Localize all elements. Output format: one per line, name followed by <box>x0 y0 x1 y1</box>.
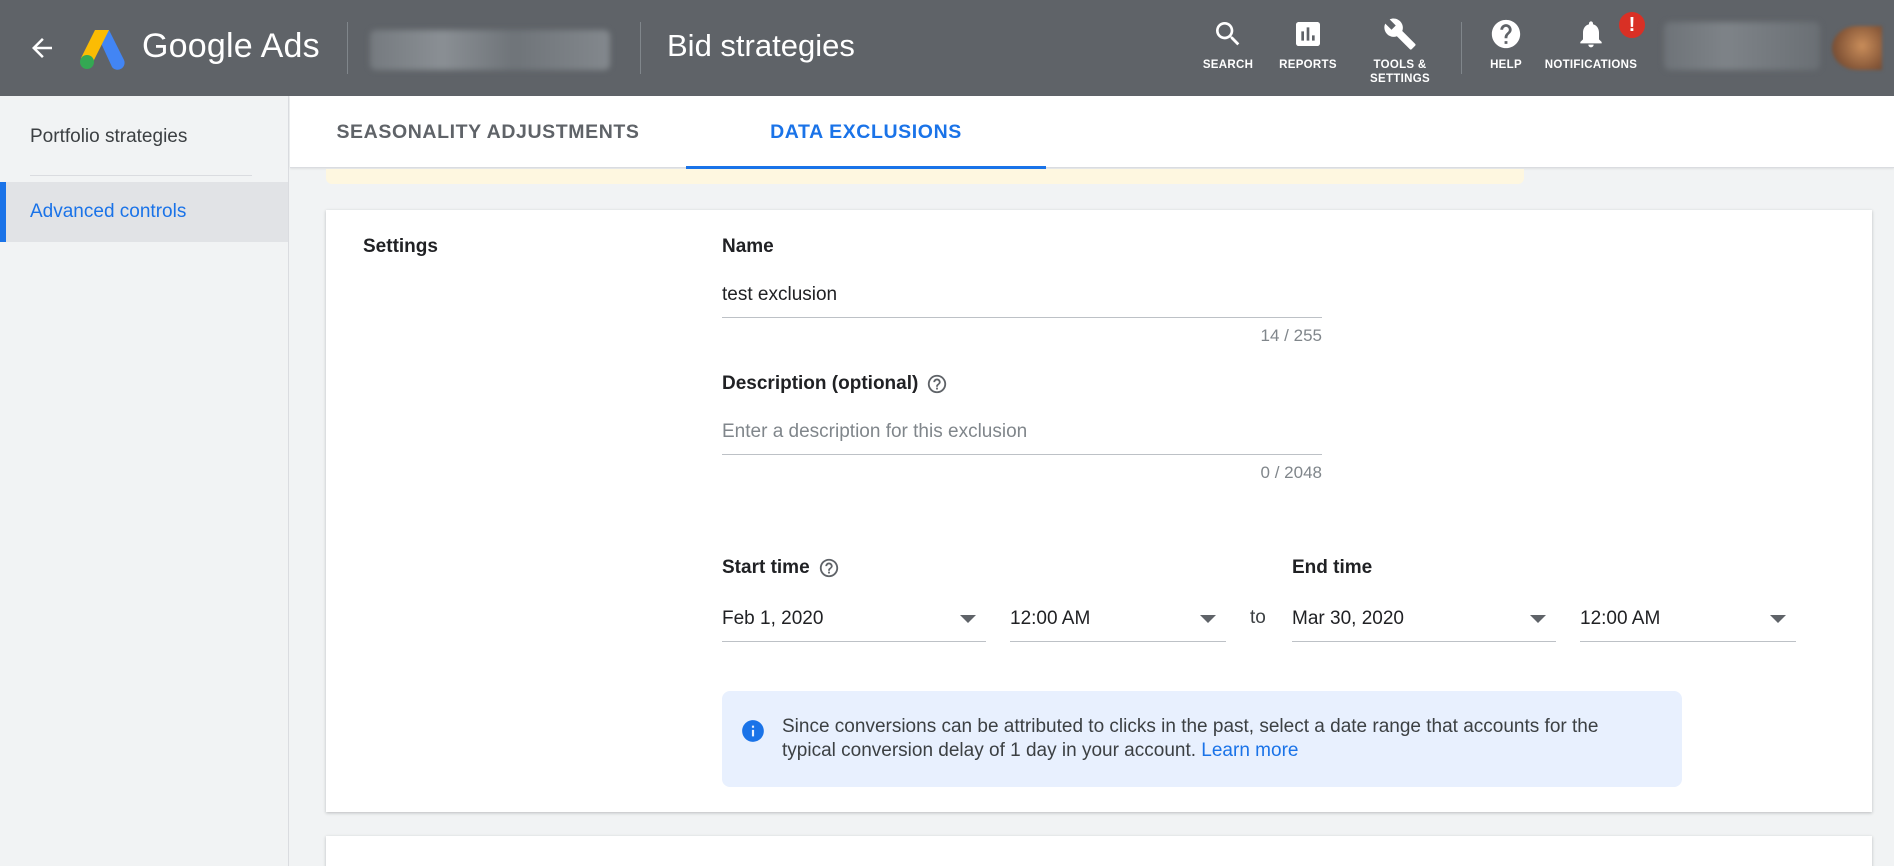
start-time-select[interactable]: 12:00 AM <box>1010 596 1226 642</box>
tools-settings-label: TOOLS & SETTINGS <box>1370 59 1430 85</box>
tools-settings-button[interactable]: TOOLS & SETTINGS <box>1364 16 1436 86</box>
help-circle-icon <box>1488 16 1524 52</box>
header-divider <box>1461 22 1462 74</box>
description-char-counter: 0 / 2048 <box>1260 463 1322 482</box>
google-ads-logo-icon <box>80 30 125 70</box>
help-label: HELP <box>1490 59 1522 71</box>
dropdown-arrow-icon <box>1200 614 1216 623</box>
name-label-text: Name <box>722 236 774 257</box>
start-date-value: Feb 1, 2020 <box>722 607 824 629</box>
reports-label: REPORTS <box>1279 59 1337 71</box>
info-text: Since conversions can be attributed to c… <box>782 715 1642 763</box>
end-date-select[interactable]: Mar 30, 2020 <box>1292 596 1556 642</box>
name-field[interactable] <box>722 272 1322 318</box>
search-label: SEARCH <box>1202 59 1254 71</box>
notifications-button[interactable]: ! NOTIFICATIONS <box>1544 10 1647 72</box>
settings-card: Settings Name 14 / 255 Description (opti… <box>326 210 1872 812</box>
tab-bar: SEASONALITY ADJUSTMENTS DATA EXCLUSIONS <box>290 96 1894 169</box>
tab-data-exclusions[interactable]: DATA EXCLUSIONS <box>686 96 1046 169</box>
sidebar: Portfolio strategies Advanced controls <box>0 96 289 866</box>
end-date-value: Mar 30, 2020 <box>1292 607 1404 629</box>
description-field[interactable] <box>722 409 1322 455</box>
end-time-select[interactable]: 12:00 AM <box>1580 596 1796 642</box>
user-account-info[interactable] <box>1664 22 1820 70</box>
end-time-value: 12:00 AM <box>1580 607 1661 629</box>
page-title: Bid strategies <box>667 28 855 63</box>
start-time-label: Start time <box>722 557 840 579</box>
sidebar-divider <box>30 175 252 176</box>
account-selector[interactable] <box>370 30 610 70</box>
notice-banner-edge <box>326 169 1524 184</box>
back-arrow-icon[interactable] <box>22 28 62 68</box>
dropdown-arrow-icon <box>1530 614 1546 623</box>
info-body: Since conversions can be attributed to c… <box>782 716 1599 761</box>
name-input[interactable] <box>722 283 1322 306</box>
help-outline-icon[interactable] <box>818 557 840 579</box>
name-label: Name <box>722 236 774 258</box>
search-icon <box>1210 16 1246 52</box>
header-divider <box>640 22 641 74</box>
description-label-text: Description (optional) <box>722 373 919 394</box>
reports-button[interactable]: REPORTS <box>1278 16 1338 72</box>
bar-chart-icon <box>1290 16 1326 52</box>
search-button[interactable]: SEARCH <box>1200 16 1256 72</box>
start-time-value: 12:00 AM <box>1010 607 1091 629</box>
avatar[interactable] <box>1832 26 1882 70</box>
bell-icon: ! <box>1573 10 1647 52</box>
help-button[interactable]: HELP <box>1486 16 1526 72</box>
notifications-label: NOTIFICATIONS <box>1544 59 1638 71</box>
top-app-bar: Google Ads Bid strategies SEARCH REPORTS… <box>0 0 1894 96</box>
info-message: Since conversions can be attributed to c… <box>722 691 1682 787</box>
tab-seasonality-adjustments[interactable]: SEASONALITY ADJUSTMENTS <box>290 96 686 168</box>
sidebar-item-portfolio-strategies[interactable]: Portfolio strategies <box>0 107 288 167</box>
sidebar-item-advanced-controls[interactable]: Advanced controls <box>0 182 288 242</box>
wrench-icon <box>1382 16 1418 52</box>
dropdown-arrow-icon <box>960 614 976 623</box>
notification-badge: ! <box>1617 10 1647 40</box>
end-time-label-text: End time <box>1292 557 1373 578</box>
learn-more-link[interactable]: Learn more <box>1201 740 1298 761</box>
info-icon <box>742 720 764 742</box>
help-outline-icon[interactable] <box>926 373 948 395</box>
name-char-counter: 14 / 255 <box>1260 326 1322 345</box>
product-name: Google Ads <box>142 27 320 65</box>
description-input[interactable] <box>722 420 1322 443</box>
description-label: Description (optional) <box>722 373 948 395</box>
header-divider <box>347 22 348 74</box>
dropdown-arrow-icon <box>1770 614 1786 623</box>
start-date-select[interactable]: Feb 1, 2020 <box>722 596 986 642</box>
range-separator: to <box>1250 607 1266 628</box>
next-card <box>326 836 1872 866</box>
end-time-label: End time <box>1292 557 1372 579</box>
section-label: Settings <box>363 236 438 257</box>
start-time-label-text: Start time <box>722 557 810 578</box>
